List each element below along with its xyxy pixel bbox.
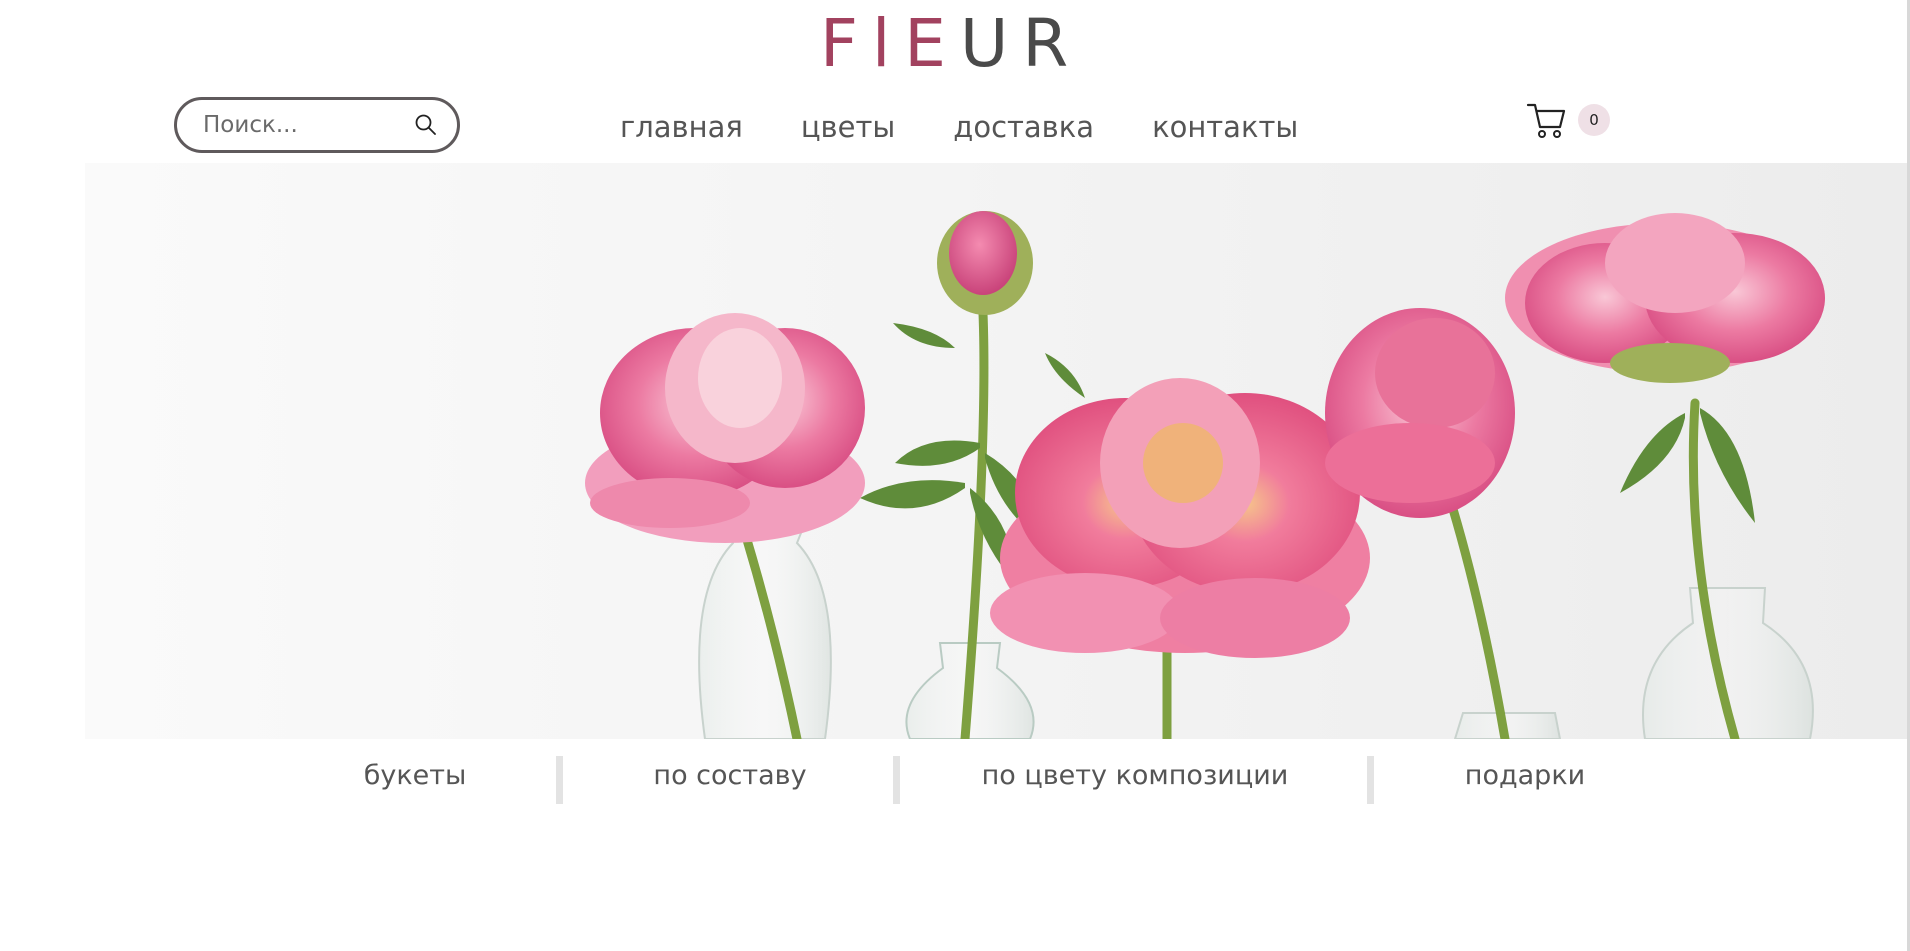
nav-item-delivery[interactable]: доставка — [953, 110, 1094, 144]
peony-flower-2 — [990, 378, 1370, 658]
search-box — [174, 97, 460, 153]
category-gifts[interactable]: подарки — [1400, 748, 1650, 802]
main-nav: главная цветы доставка контакты — [620, 102, 1298, 152]
search-input[interactable] — [201, 111, 413, 139]
logo-part-grey: UR — [960, 4, 1083, 82]
peony-bud — [937, 211, 1033, 315]
category-divider — [893, 756, 900, 804]
nav-item-flowers[interactable]: цветы — [801, 110, 895, 144]
category-by-color[interactable]: по цвету композиции — [960, 748, 1310, 802]
nav-item-home[interactable]: главная — [620, 110, 743, 144]
hero-banner — [85, 163, 1910, 739]
category-nav: букеты по составу по цвету композиции по… — [0, 748, 1910, 808]
category-by-composition[interactable]: по составу — [600, 748, 860, 802]
category-divider — [1367, 756, 1374, 804]
search-icon[interactable] — [413, 112, 439, 138]
logo-part-pink: FlE — [820, 4, 961, 82]
nav-item-contacts[interactable]: контакты — [1152, 110, 1298, 144]
peony-flower-4 — [1505, 213, 1825, 383]
category-divider — [556, 756, 563, 804]
cart-button[interactable]: 0 — [1526, 100, 1610, 140]
hero-peonies-image — [585, 211, 1825, 739]
page: FlEUR главная цветы доставка контакты 0 — [0, 0, 1910, 951]
cart-count-badge: 0 — [1578, 104, 1610, 136]
peony-flower-3 — [1325, 308, 1515, 518]
category-bouquets[interactable]: букеты — [300, 748, 530, 802]
glass-vase-1 — [698, 522, 832, 739]
site-logo[interactable]: FlE UR — [820, 5, 1082, 82]
peony-flower-1 — [585, 313, 865, 543]
cart-icon — [1526, 100, 1568, 140]
